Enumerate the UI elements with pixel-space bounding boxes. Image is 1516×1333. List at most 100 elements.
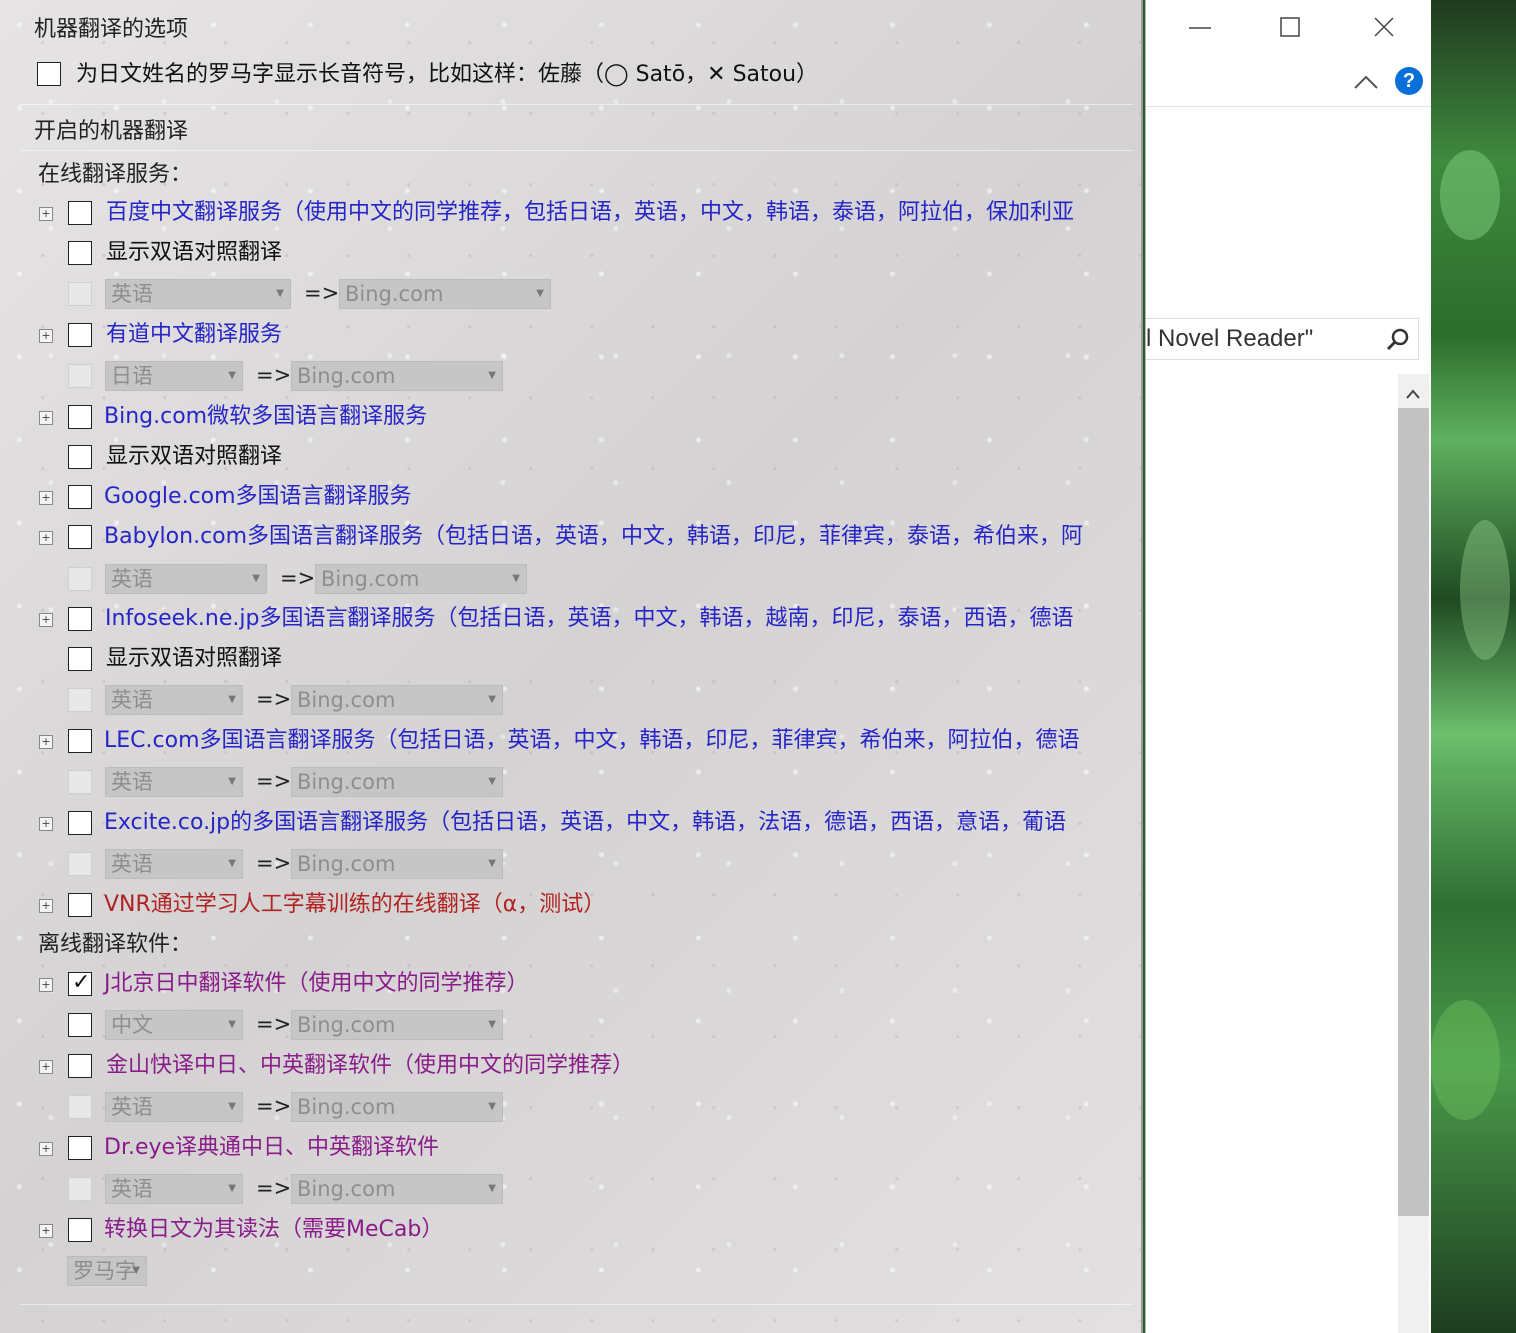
jbeijing-checkbox[interactable]: ✓	[68, 970, 92, 996]
baidu-label[interactable]: 百度中文翻译服务（使用中文的同学推荐，包括日语，英语，中文，韩语，泰语，阿拉伯，…	[106, 200, 1074, 226]
scrollbar[interactable]	[1398, 374, 1429, 1333]
expand-baidu[interactable]: +	[39, 207, 53, 221]
jbeijing-label[interactable]: J北京日中翻译软件（使用中文的同学推荐）	[104, 971, 529, 997]
excite-label[interactable]: Excite.co.jp的多国语言翻译服务（包括日语，英语，中文，韩语，法语，德…	[104, 810, 1066, 836]
babylon-label[interactable]: Babylon.com多国语言翻译服务（包括日语，英语，中文，韩语，印尼，菲律宾…	[104, 524, 1083, 550]
romaji-long-vowel-checkbox[interactable]	[37, 62, 61, 86]
infoseek-bilingual-checkbox[interactable]	[68, 647, 92, 671]
infoseek-lang-checkbox[interactable]	[68, 688, 92, 712]
dreye-label[interactable]: Dr.eye译典通中日、中英翻译软件	[104, 1135, 439, 1161]
chevron-up-icon[interactable]	[1406, 384, 1420, 403]
expand-babylon[interactable]: +	[39, 531, 53, 545]
expand-vnr[interactable]: +	[39, 899, 53, 913]
baidu-bilingual-label: 显示双语对照翻译	[106, 240, 283, 265]
lec-lang-checkbox[interactable]	[68, 770, 92, 794]
arrow-label: =>	[256, 687, 292, 711]
youdao-label[interactable]: 有道中文翻译服务	[106, 322, 282, 348]
bing-bilingual-label: 显示双语对照翻译	[106, 444, 283, 469]
section-title-mt-options: 机器翻译的选项	[34, 17, 189, 42]
arrow-label: =>	[256, 1012, 292, 1036]
mecab-reading-select[interactable]: 罗马字 ▼	[67, 1256, 147, 1286]
settings-panel: 机器翻译的选项 为日文姓名的罗马字显示长音符号，比如这样：佐藤（◯ Satō，✕…	[0, 0, 1143, 1333]
youdao-source-select[interactable]: 日语 ▼	[105, 361, 243, 391]
arrow-label: =>	[256, 1094, 292, 1118]
babylon-lang-checkbox[interactable]	[68, 567, 92, 591]
arrow-label: =>	[256, 851, 292, 875]
offline-software-label: 离线翻译软件：	[38, 932, 193, 957]
browser-window: ? l Novel Reader"	[1145, 0, 1431, 1333]
google-label[interactable]: Google.com多国语言翻译服务	[104, 484, 412, 510]
bing-bilingual-checkbox[interactable]	[68, 445, 92, 469]
search-icon[interactable]	[1386, 327, 1410, 355]
dreye-lang-checkbox[interactable]	[68, 1177, 92, 1201]
romaji-long-vowel-label: 为日文姓名的罗马字显示长音符号，比如这样：佐藤（◯ Satō，✕ Satou）	[76, 62, 819, 87]
excite-target-select[interactable]: Bing.com ▼	[291, 849, 503, 879]
jbeijing-target-select[interactable]: Bing.com ▼	[291, 1010, 503, 1040]
chevron-up-icon[interactable]	[1346, 70, 1386, 94]
kingsoft-target-select[interactable]: Bing.com ▼	[291, 1092, 503, 1122]
infoseek-source-select[interactable]: 英语 ▼	[105, 685, 243, 715]
infoseek-checkbox[interactable]	[68, 607, 92, 631]
desktop-background	[1430, 0, 1516, 1333]
arrow-label: =>	[256, 1176, 292, 1200]
dreye-source-select[interactable]: 英语 ▼	[105, 1174, 243, 1204]
maximize-icon[interactable]	[1270, 16, 1310, 42]
search-input[interactable]: l Novel Reader"	[1146, 325, 1313, 353]
minimize-icon[interactable]	[1180, 14, 1220, 40]
vnr-checkbox[interactable]	[68, 893, 92, 917]
kingsoft-source-select[interactable]: 英语 ▼	[105, 1092, 243, 1122]
excite-checkbox[interactable]	[68, 811, 92, 835]
excite-lang-checkbox[interactable]	[68, 852, 92, 876]
dreye-target-select[interactable]: Bing.com ▼	[291, 1174, 503, 1204]
expand-excite[interactable]: +	[39, 817, 53, 831]
search-box[interactable]: l Novel Reader"	[1146, 318, 1419, 360]
youdao-lang-checkbox[interactable]	[68, 364, 92, 388]
baidu-target-select[interactable]: Bing.com ▼	[339, 279, 551, 309]
expand-jbeijing[interactable]: +	[39, 978, 53, 992]
babylon-checkbox[interactable]	[68, 525, 92, 549]
expand-kingsoft[interactable]: +	[39, 1060, 53, 1074]
mecab-label[interactable]: 转换日文为其读法（需要MeCab）	[104, 1217, 443, 1243]
baidu-source-select[interactable]: 英语 ▼	[105, 279, 291, 309]
jbeijing-source-select[interactable]: 中文 ▼	[105, 1010, 243, 1040]
arrow-label: =>	[256, 769, 292, 793]
lec-label[interactable]: LEC.com多国语言翻译服务（包括日语，英语，中文，韩语，印尼，菲律宾，希伯来…	[104, 728, 1080, 754]
baidu-bilingual-checkbox[interactable]	[68, 241, 92, 265]
kingsoft-checkbox[interactable]	[68, 1054, 92, 1078]
baidu-lang-checkbox[interactable]	[68, 282, 92, 306]
expand-google[interactable]: +	[39, 491, 53, 505]
vnr-label[interactable]: VNR通过学习人工字幕训练的在线翻译（α，测试）	[104, 892, 605, 918]
section-title-enabled-mt: 开启的机器翻译	[34, 119, 189, 144]
jbeijing-lang-checkbox[interactable]	[68, 1013, 92, 1037]
babylon-source-select[interactable]: 英语 ▼	[105, 564, 267, 594]
expand-bing[interactable]: +	[39, 411, 53, 425]
bing-checkbox[interactable]	[68, 405, 92, 429]
expand-youdao[interactable]: +	[39, 329, 53, 343]
kingsoft-label[interactable]: 金山快译中日、中英翻译软件（使用中文的同学推荐）	[106, 1053, 634, 1079]
bing-label[interactable]: Bing.com微软多国语言翻译服务	[104, 404, 427, 430]
excite-source-select[interactable]: 英语 ▼	[105, 849, 243, 879]
kingsoft-lang-checkbox[interactable]	[68, 1095, 92, 1119]
google-checkbox[interactable]	[68, 485, 92, 509]
scrollbar-thumb[interactable]	[1398, 408, 1429, 1216]
babylon-target-select[interactable]: Bing.com ▼	[315, 564, 527, 594]
infoseek-target-select[interactable]: Bing.com ▼	[291, 685, 503, 715]
expand-lec[interactable]: +	[39, 735, 53, 749]
youdao-checkbox[interactable]	[68, 323, 92, 347]
expand-mecab[interactable]: +	[39, 1224, 53, 1238]
expand-dreye[interactable]: +	[39, 1142, 53, 1156]
close-icon[interactable]	[1364, 16, 1404, 42]
arrow-label: =>	[280, 566, 316, 590]
online-services-label: 在线翻译服务：	[38, 162, 193, 187]
baidu-checkbox[interactable]	[68, 201, 92, 225]
help-icon[interactable]: ?	[1395, 67, 1423, 95]
lec-checkbox[interactable]	[68, 729, 92, 753]
mecab-checkbox[interactable]	[68, 1218, 92, 1242]
dreye-checkbox[interactable]	[68, 1136, 92, 1160]
lec-target-select[interactable]: Bing.com ▼	[291, 767, 503, 797]
checkmark-icon: ✓	[72, 970, 91, 995]
infoseek-label[interactable]: Infoseek.ne.jp多国语言翻译服务（包括日语，英语，中文，韩语，越南，…	[105, 606, 1073, 632]
expand-infoseek[interactable]: +	[39, 613, 53, 627]
youdao-target-select[interactable]: Bing.com ▼	[291, 361, 503, 391]
lec-source-select[interactable]: 英语 ▼	[105, 767, 243, 797]
